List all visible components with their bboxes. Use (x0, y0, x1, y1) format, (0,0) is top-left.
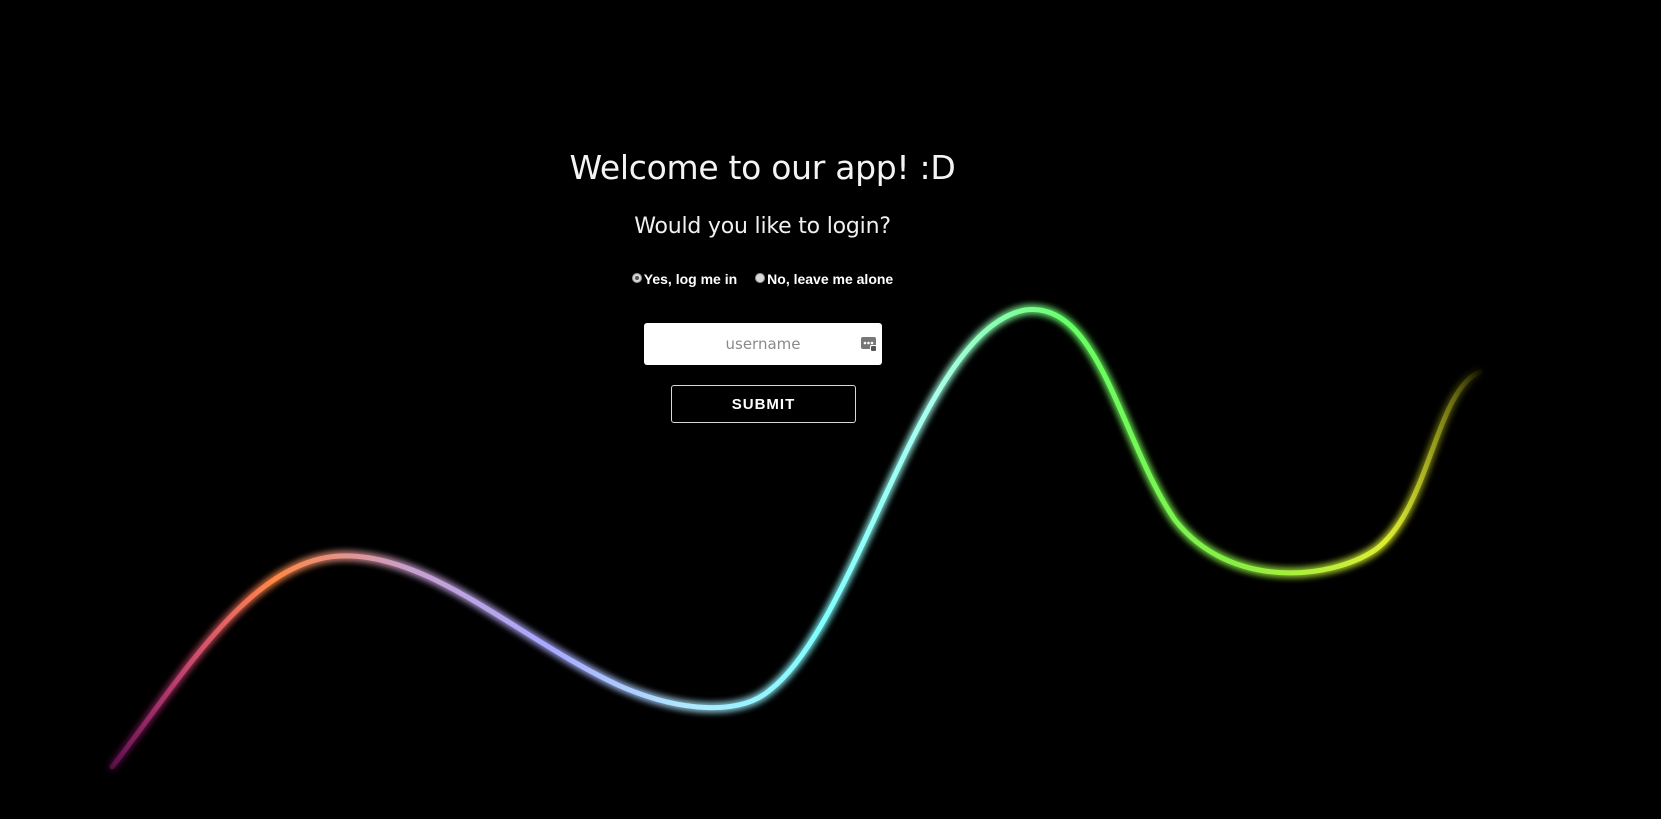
radio-yes-login[interactable]: Yes, log me in (631, 271, 738, 287)
page-subtitle: Would you like to login? (634, 214, 891, 239)
username-input[interactable] (644, 323, 882, 365)
login-page: Welcome to our app! :D Would you like to… (0, 0, 1661, 819)
radio-no-login[interactable]: No, leave me alone (755, 271, 893, 287)
password-manager-icon[interactable] (860, 335, 878, 353)
submit-button[interactable]: SUBMIT (671, 385, 856, 423)
radio-button-yes[interactable] (631, 273, 642, 283)
page-title: Welcome to our app! :D (569, 148, 956, 187)
wave-line (109, 307, 1483, 770)
radio-no-label: No, leave me alone (767, 271, 894, 287)
username-field (644, 323, 882, 365)
login-choice-group: Yes, log me in No, leave me alone (0, 271, 1525, 287)
radio-yes-label: Yes, log me in (643, 271, 738, 287)
radio-button-no[interactable] (755, 273, 766, 283)
